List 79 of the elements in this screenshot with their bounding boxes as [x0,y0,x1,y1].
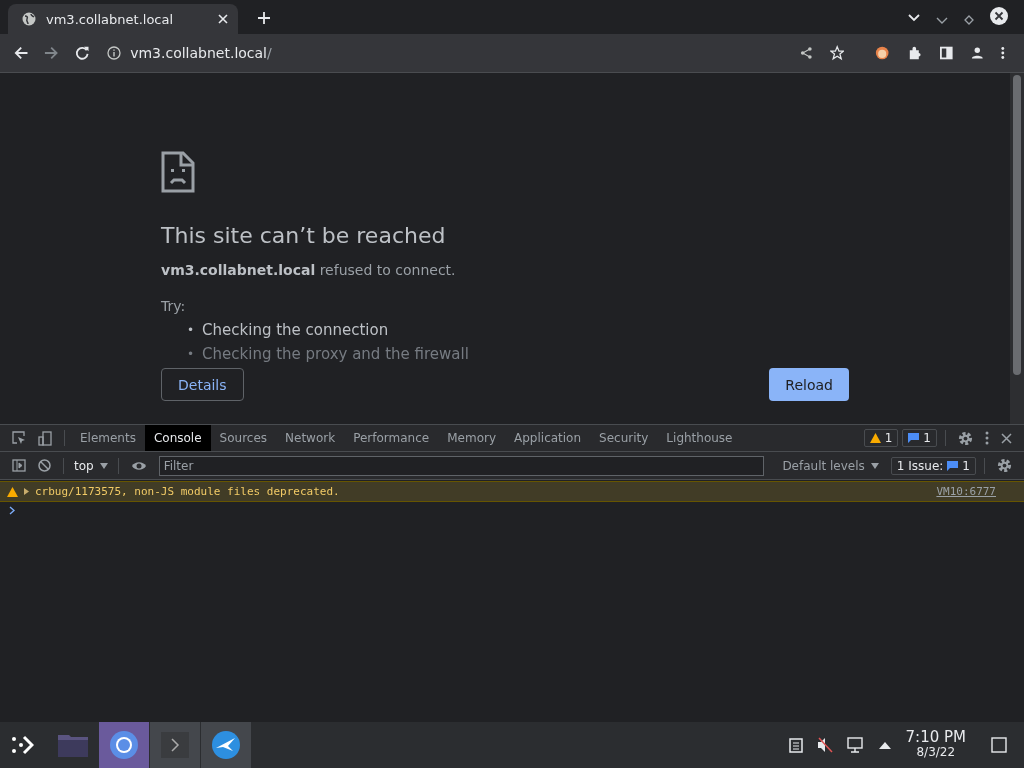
devtools-tab[interactable]: Network [276,425,345,451]
reload-button[interactable]: Reload [769,368,849,401]
network-icon[interactable] [846,737,865,753]
filter-field[interactable]: Filter [158,455,765,476]
launcher-icon[interactable] [10,733,34,757]
expand-tray-icon[interactable] [878,741,891,749]
devtools-tab[interactable]: Elements [71,425,145,451]
close-icon[interactable] [990,7,1008,25]
taskbar-app[interactable] [201,722,251,768]
details-button[interactable]: Details [161,368,244,401]
devtools-tab[interactable]: Sources [210,425,277,451]
sad-page-icon [161,151,195,193]
share-icon[interactable] [799,46,813,60]
clock-time[interactable]: 7:10 PM [905,730,966,745]
bird-globe-icon [211,730,241,760]
warning-icon [7,486,18,497]
side-panel-icon[interactable] [940,46,953,60]
warning-text: crbug/1173575, non-JS module files deprecated. [35,485,341,498]
star-icon[interactable] [830,45,845,61]
globe-icon [22,12,36,26]
bullet: • [187,322,195,339]
clipboard-icon[interactable] [788,737,803,753]
devtools-tab[interactable]: Lighthouse [657,425,742,451]
source-link[interactable]: VM10:6777 [936,485,996,498]
levels-select[interactable]: Default levels [778,458,883,473]
eye-icon[interactable] [130,460,147,471]
suggestion-item: Checking the proxy and the firewall [202,344,469,365]
inspect-icon[interactable] [12,431,26,445]
more-icon[interactable] [985,431,989,445]
back-icon[interactable] [14,45,29,61]
minimize-icon[interactable] [936,17,948,25]
devtools-tab[interactable]: Console [144,425,211,451]
try-label: Try: [161,298,187,314]
warning-icon [869,433,881,443]
taskbar-app[interactable] [99,722,149,768]
devtools-tab[interactable]: Memory [438,425,505,451]
error-message: vm3.collabnet.local refused to connect. [161,262,457,278]
new-tab-icon[interactable] [258,12,270,24]
device-icon[interactable] [38,430,52,446]
terminal-icon [161,732,189,758]
url-host: vm3.collabnet.local [130,45,267,61]
suggestion-item: Checking the connection [202,320,389,341]
sidebar-toggle-icon[interactable] [12,459,26,472]
devtools-tab[interactable]: Application [505,425,591,451]
clock-date[interactable]: 8/3/22 [916,745,956,760]
extension-face-icon[interactable] [875,45,890,61]
warning-count[interactable]: 1 [863,429,899,447]
error-title: This site can’t be reached [161,223,447,248]
close-icon[interactable] [1001,432,1012,444]
dropdown-caret-icon [870,462,879,469]
message-icon [947,460,959,471]
chevron-down-icon[interactable] [908,14,920,22]
tab-title: vm3.collabnet.local [46,11,175,27]
devtools-tab[interactable]: Security [590,425,658,451]
info-icon [107,46,122,60]
prompt-icon[interactable] [9,506,15,515]
message-count[interactable]: 1 [902,429,937,447]
profile-icon[interactable] [970,46,984,60]
folder-icon [58,733,88,757]
browser-icon [109,730,139,760]
dropdown-caret-icon [99,462,108,469]
maximize-icon[interactable] [964,15,974,25]
clear-icon[interactable] [38,459,51,472]
puzzle-icon[interactable] [907,45,923,61]
menu-icon[interactable] [1001,46,1006,60]
url-path: / [267,45,272,61]
context-select[interactable]: top [70,458,112,473]
reload-icon[interactable] [74,45,90,61]
devtools-tab[interactable]: Performance [344,425,439,451]
muted-speaker-icon[interactable] [816,737,833,753]
issues-button[interactable]: 1 Issue: 1 [890,456,976,475]
bullet: • [187,346,195,363]
settings-icon[interactable] [958,430,973,446]
settings-icon[interactable] [997,458,1012,473]
message-icon [908,433,920,443]
show-desktop-icon[interactable] [991,737,1007,753]
scrollbar[interactable] [1010,73,1024,424]
browser-tab[interactable]: vm3.collabnet.local [8,4,238,34]
expand-icon[interactable] [24,488,29,495]
